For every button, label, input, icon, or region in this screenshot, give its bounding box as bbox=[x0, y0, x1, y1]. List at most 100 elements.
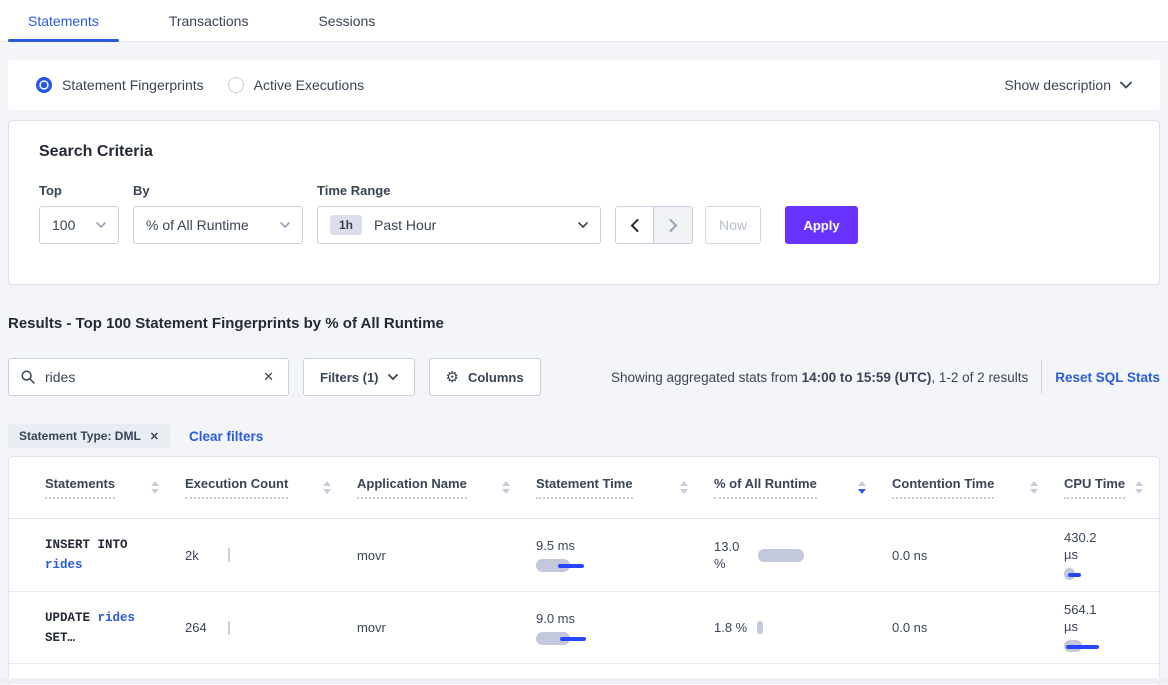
column-header-statement-time[interactable]: Statement Time bbox=[536, 476, 714, 499]
statement-cell: INSERT INTO rides bbox=[45, 535, 185, 575]
execution-count-value: 264 bbox=[185, 620, 207, 635]
statement-link[interactable]: rides bbox=[98, 611, 136, 625]
statement-fingerprint: UPDATE rides SET… bbox=[45, 608, 135, 648]
contention-time-value: 0.0 ns bbox=[892, 620, 927, 635]
reset-sql-stats-link[interactable]: Reset SQL Stats bbox=[1055, 370, 1160, 385]
cpu-time-cell: 564.1 µs bbox=[1064, 601, 1149, 654]
sort-down-arrow bbox=[858, 489, 866, 494]
stats-note-suffix: , 1-2 of 2 results bbox=[931, 370, 1028, 385]
by-select-value: % of All Runtime bbox=[146, 217, 249, 233]
statement-text: UPDATE bbox=[45, 611, 98, 625]
by-select[interactable]: % of All Runtime bbox=[133, 206, 303, 244]
search-criteria-form: Top 100 By % of All Runtime Time Range 1… bbox=[39, 183, 1129, 244]
column-header-contention-time[interactable]: Contention Time bbox=[892, 476, 1064, 499]
time-next-button[interactable] bbox=[654, 206, 693, 244]
sort-icon bbox=[151, 481, 159, 494]
contention-time-cell: 0.0 ns bbox=[892, 620, 1064, 635]
application-name-cell: movr bbox=[357, 620, 536, 635]
pct-runtime-bar bbox=[757, 621, 763, 634]
show-description-toggle[interactable]: Show description bbox=[1004, 77, 1132, 93]
radio-statement-fingerprints-label: Statement Fingerprints bbox=[62, 77, 204, 93]
tab-sessions-label: Sessions bbox=[318, 13, 375, 29]
tab-sessions[interactable]: Sessions bbox=[298, 0, 395, 41]
pct-runtime-wrap: 1.8 % bbox=[714, 619, 763, 636]
contention-time-cell: 0.0 ns bbox=[892, 548, 1064, 563]
chevron-down-icon bbox=[96, 222, 106, 228]
sort-icon bbox=[502, 481, 510, 494]
table-header-row: Statements Execution CountApplication Nam… bbox=[9, 457, 1159, 519]
application-name-cell: movr bbox=[357, 548, 536, 563]
search-criteria-title: Search Criteria bbox=[39, 143, 1129, 161]
pct-runtime-bar bbox=[758, 549, 804, 562]
tab-transactions[interactable]: Transactions bbox=[149, 0, 269, 41]
column-header-application-name[interactable]: Application Name bbox=[357, 476, 536, 499]
top-field-label: Top bbox=[39, 183, 119, 198]
bar-line bbox=[1068, 573, 1081, 577]
tab-statements-label: Statements bbox=[28, 13, 99, 29]
top-field: Top 100 bbox=[39, 183, 119, 244]
cpu-time-cell-value: 430.2 µs bbox=[1064, 529, 1108, 563]
pct-runtime-value: 13.0 % bbox=[714, 538, 748, 572]
by-field-label: By bbox=[133, 183, 303, 198]
statements-table: Statements Execution CountApplication Nam… bbox=[8, 456, 1160, 685]
show-description-label: Show description bbox=[1004, 77, 1111, 93]
column-header-label: % of All Runtime bbox=[714, 476, 817, 499]
chevron-right-icon bbox=[669, 219, 678, 232]
tab-statements[interactable]: Statements bbox=[8, 0, 119, 41]
column-header-label: CPU Time bbox=[1064, 476, 1125, 499]
column-header-execution-count[interactable]: Execution Count bbox=[185, 476, 357, 499]
statement-cell: UPDATE rides SET… bbox=[45, 608, 185, 648]
table-row: INSERT INTO rides2kmovr9.5 ms13.0 %0.0 n… bbox=[9, 519, 1159, 592]
pct-runtime-value: 1.8 % bbox=[714, 619, 747, 636]
column-header-label: Statement Time bbox=[536, 476, 633, 499]
apply-button[interactable]: Apply bbox=[785, 206, 858, 244]
sort-down-arrow bbox=[323, 489, 331, 494]
filters-button-label: Filters (1) bbox=[320, 370, 379, 385]
clear-filters-link[interactable]: Clear filters bbox=[189, 429, 263, 444]
radio-unselected-icon bbox=[228, 77, 244, 93]
cpu-time-cell-metric: 564.1 µs bbox=[1064, 601, 1134, 654]
by-field: By % of All Runtime bbox=[133, 183, 303, 244]
sort-icon bbox=[1030, 481, 1038, 494]
column-header-statements[interactable]: Statements bbox=[45, 476, 185, 499]
search-icon bbox=[21, 370, 35, 384]
column-header-label: Application Name bbox=[357, 476, 467, 499]
radio-active-executions[interactable]: Active Executions bbox=[228, 77, 365, 93]
time-nav-group bbox=[615, 206, 693, 244]
sort-up-arrow bbox=[1030, 481, 1038, 486]
pct-runtime-cell: 13.0 % bbox=[714, 538, 892, 572]
bar-line bbox=[558, 564, 584, 568]
column-header-of-all-runtime[interactable]: % of All Runtime bbox=[714, 476, 892, 499]
radio-active-executions-label: Active Executions bbox=[254, 77, 365, 93]
top-select[interactable]: 100 bbox=[39, 206, 119, 244]
cpu-time-cell-metric: 430.2 µs bbox=[1064, 529, 1134, 582]
column-header-label: Contention Time bbox=[892, 476, 994, 499]
bar-line bbox=[1066, 645, 1099, 649]
cpu-time-cell: 430.2 µs bbox=[1064, 529, 1149, 582]
time-prev-button[interactable] bbox=[615, 206, 654, 244]
column-header-label: Statements bbox=[45, 476, 115, 499]
time-range-select-value: Past Hour bbox=[374, 217, 436, 233]
statement-link[interactable]: rides bbox=[45, 558, 83, 572]
execution-count-bar bbox=[228, 548, 230, 562]
tab-transactions-label: Transactions bbox=[169, 13, 249, 29]
statement-time-cell-bar bbox=[536, 632, 606, 646]
column-header-cpu-time[interactable]: CPU Time bbox=[1064, 476, 1149, 499]
toolbar-divider bbox=[1041, 360, 1042, 394]
statement-text: INSERT INTO bbox=[45, 538, 128, 552]
radio-statement-fingerprints[interactable]: Statement Fingerprints bbox=[36, 77, 204, 93]
sort-up-arrow bbox=[858, 481, 866, 486]
execution-count-value: 2k bbox=[185, 548, 199, 563]
filter-pill-row: Statement Type: DML ✕ Clear filters bbox=[8, 424, 1160, 448]
time-range-select[interactable]: 1h Past Hour bbox=[317, 206, 601, 244]
search-input[interactable] bbox=[45, 369, 261, 385]
filter-pill-close-icon[interactable]: ✕ bbox=[150, 430, 159, 443]
stats-note-range: 14:00 to 15:59 (UTC) bbox=[802, 370, 932, 385]
time-range-badge: 1h bbox=[330, 215, 362, 235]
filters-button[interactable]: Filters (1) bbox=[303, 358, 415, 396]
columns-button[interactable]: ⚙ Columns bbox=[429, 358, 541, 396]
sort-down-arrow bbox=[680, 489, 688, 494]
statement-fingerprint: INSERT INTO rides bbox=[45, 535, 128, 575]
search-clear-icon[interactable]: ✕ bbox=[261, 369, 276, 385]
now-button[interactable]: Now bbox=[705, 206, 761, 244]
